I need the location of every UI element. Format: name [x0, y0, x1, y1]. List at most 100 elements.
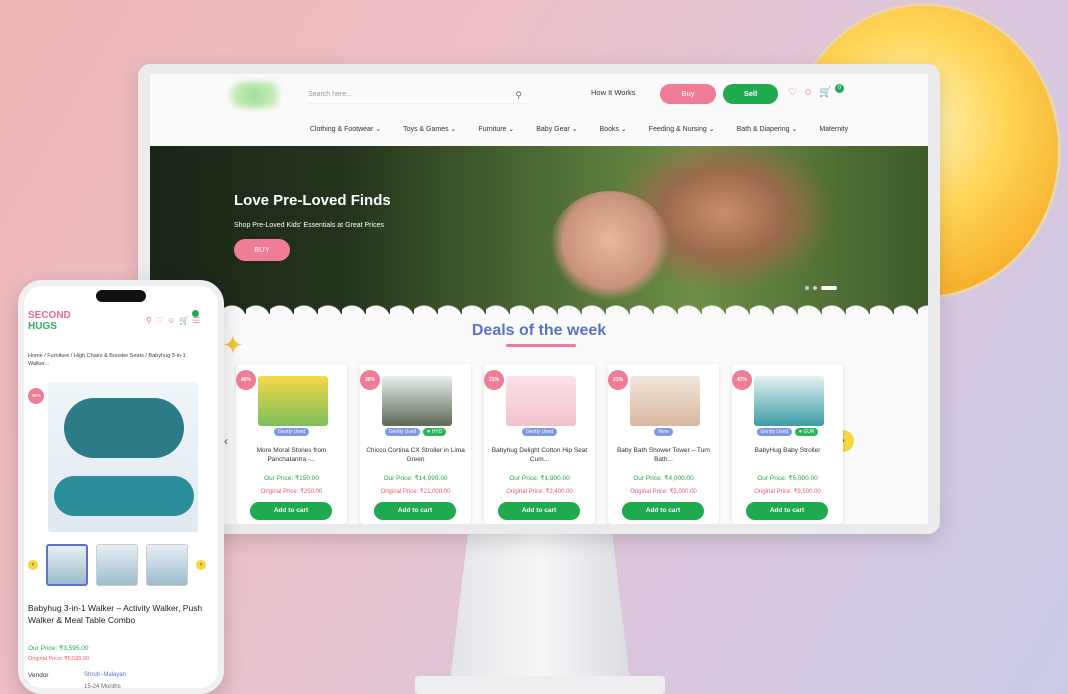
- mobile-phone: SECOND HUGS ⚲ ♡ ☺ 🛒 ☰ Home / Furniture /…: [18, 280, 224, 694]
- add-to-cart-button[interactable]: Add to cart: [498, 502, 580, 520]
- product-name[interactable]: BabyHug Baby Stroller: [738, 446, 837, 455]
- original-price: Original Price: ₹5,000.00: [630, 489, 697, 495]
- condition-tag: Gently Used: [273, 428, 310, 436]
- thumbnail-strip: ‹ ›: [28, 544, 214, 586]
- our-price: Our Price: ₹5,000.00: [757, 475, 818, 482]
- our-price: Our Price: ₹1,900.00: [509, 475, 570, 482]
- sell-button[interactable]: Sell: [723, 84, 778, 104]
- cart-count-badge: 0: [835, 84, 844, 93]
- hero-banner: Love Pre-Loved Finds Shop Pre-Loved Kids…: [150, 146, 928, 314]
- logo-text-bottom: HUGS: [28, 321, 57, 332]
- product-name[interactable]: Babyhug Delight Cotton Hip Seat Cum...: [490, 446, 589, 464]
- site-header: Search here... ⚲ How It Works Buy Sell ♡…: [150, 74, 928, 116]
- product-image[interactable]: [754, 376, 824, 426]
- condition-tag: Gently Used: [384, 428, 421, 436]
- age-value: 15-24 Months: [84, 684, 121, 690]
- chevron-left-icon[interactable]: ‹: [224, 434, 228, 448]
- site-logo[interactable]: [230, 82, 290, 108]
- nav-bath[interactable]: Bath & Diapering ⌄: [737, 125, 798, 133]
- heart-icon[interactable]: ♡: [156, 316, 163, 325]
- our-price: Our Price: ₹4,000.00: [633, 475, 694, 482]
- phone-notch: [96, 290, 146, 302]
- thumbnail-selected[interactable]: [46, 544, 88, 586]
- product-card[interactable]: 21% OFF New Baby Bath Shower Tower – Tur…: [608, 364, 719, 524]
- nav-toys[interactable]: Toys & Games ⌄: [403, 125, 456, 133]
- our-price: Our Price: ₹3,595.00: [28, 645, 89, 652]
- discount-badge: 21% OFF: [608, 370, 628, 403]
- add-to-cart-button[interactable]: Add to cart: [250, 502, 332, 520]
- heart-icon[interactable]: ♡: [788, 87, 797, 98]
- nav-books[interactable]: Books ⌄: [600, 125, 627, 133]
- condition-tag: New: [654, 428, 673, 436]
- logo-text-top: SECOND: [28, 310, 71, 321]
- nav-baby-gear[interactable]: Baby Gear ⌄: [536, 125, 577, 133]
- product-image[interactable]: [382, 376, 452, 426]
- product-card[interactable]: 40% OFF Gently Used More Moral Stories f…: [236, 364, 347, 524]
- carousel-dot[interactable]: [813, 286, 817, 290]
- product-name[interactable]: Chicco Cortina CX Stroller in Lima Green: [366, 446, 465, 464]
- search-icon[interactable]: ⚲: [515, 86, 522, 104]
- nav-furniture[interactable]: Furniture ⌄: [478, 125, 514, 133]
- original-price: Original Price: ₹250.00: [260, 489, 323, 495]
- discount-badge: 38% OFF: [28, 388, 44, 414]
- how-it-works-link[interactable]: How It Works: [591, 88, 635, 97]
- deals-underline: [506, 344, 576, 347]
- walker-tray: [64, 398, 184, 458]
- original-price: Original Price: ₹5,595.00: [28, 656, 89, 662]
- vendor-value[interactable]: Shruti -Malayan: [84, 672, 126, 678]
- sparkle-icon: ✦: [222, 330, 244, 360]
- nav-clothing[interactable]: Clothing & Footwear ⌄: [310, 125, 381, 133]
- add-to-cart-button[interactable]: Add to cart: [746, 502, 828, 520]
- product-card[interactable]: 21% OFF Gently Used Babyhug Delight Cott…: [484, 364, 595, 524]
- our-price: Our Price: ₹14,999.00: [383, 475, 448, 482]
- product-image[interactable]: [630, 376, 700, 426]
- product-name[interactable]: More Moral Stories from Panchatantra -..…: [242, 446, 341, 464]
- discount-badge: 40% OFF: [236, 370, 256, 403]
- desktop-monitor: Search here... ⚲ How It Works Buy Sell ♡…: [138, 64, 940, 534]
- product-image[interactable]: [506, 376, 576, 426]
- chevron-left-icon[interactable]: ‹: [28, 560, 38, 570]
- add-to-cart-button[interactable]: Add to cart: [374, 502, 456, 520]
- product-image[interactable]: [258, 376, 328, 426]
- menu-icon[interactable]: ☰: [193, 316, 200, 325]
- search-icon[interactable]: ⚲: [146, 316, 152, 325]
- discount-badge: 21% OFF: [484, 370, 504, 403]
- breadcrumb[interactable]: Home / Furniture / High Chairs & Booster…: [28, 352, 198, 368]
- monitor-stand-neck: [450, 532, 630, 682]
- nav-feeding[interactable]: Feeding & Nursing ⌄: [649, 125, 715, 133]
- deals-heading: Deals of the week: [471, 322, 607, 339]
- carousel-dots: [805, 286, 837, 290]
- original-price: Original Price: ₹9,500.00: [754, 489, 821, 495]
- add-to-cart-button[interactable]: Add to cart: [622, 502, 704, 520]
- hero-title: Love Pre-Loved Finds: [234, 192, 391, 209]
- user-icon[interactable]: ☺: [803, 87, 813, 98]
- user-icon[interactable]: ☺: [167, 316, 175, 325]
- carousel-dot-active[interactable]: [821, 286, 837, 290]
- product-card[interactable]: 47% OFF Gently Used ♥ GUR BabyHug Baby St…: [732, 364, 843, 524]
- chevron-right-icon[interactable]: ›: [196, 560, 206, 570]
- product-name[interactable]: Baby Bath Shower Tower – Turn Bath...: [614, 446, 713, 464]
- discount-badge: 30% OFF: [360, 370, 380, 403]
- thumbnail[interactable]: [96, 544, 138, 586]
- carousel-dot[interactable]: [805, 286, 809, 290]
- nav-maternity[interactable]: Maternity: [819, 126, 848, 133]
- condition-tag: Gently Used: [521, 428, 558, 436]
- cart-icon[interactable]: 🛒: [819, 87, 831, 98]
- location-tag: ♥ HYD: [423, 428, 447, 436]
- buy-button[interactable]: Buy: [660, 84, 716, 104]
- original-price: Original Price: ₹21,000.00: [380, 489, 451, 495]
- product-main-image[interactable]: [48, 382, 198, 532]
- hero-buy-button[interactable]: BUY: [234, 239, 290, 261]
- hero-photo-baby: [550, 191, 670, 301]
- cart-count-badge: [192, 310, 199, 317]
- product-title: Babyhug 3-in-1 Walker – Activity Walker,…: [28, 603, 203, 625]
- product-card[interactable]: 30% OFF Gently Used ♥ HYD Chicco Cortina …: [360, 364, 471, 524]
- mobile-logo[interactable]: SECOND HUGS: [28, 310, 71, 332]
- search-input[interactable]: Search here... ⚲: [308, 86, 528, 104]
- cart-icon[interactable]: 🛒: [179, 316, 189, 325]
- discount-badge: 47% OFF: [732, 370, 752, 403]
- category-nav: Clothing & Footwear ⌄ Toys & Games ⌄ Fur…: [150, 116, 928, 142]
- monitor-stand-base: [415, 676, 665, 694]
- deals-carousel: 40% OFF Gently Used More Moral Stories f…: [236, 364, 843, 524]
- thumbnail[interactable]: [146, 544, 188, 586]
